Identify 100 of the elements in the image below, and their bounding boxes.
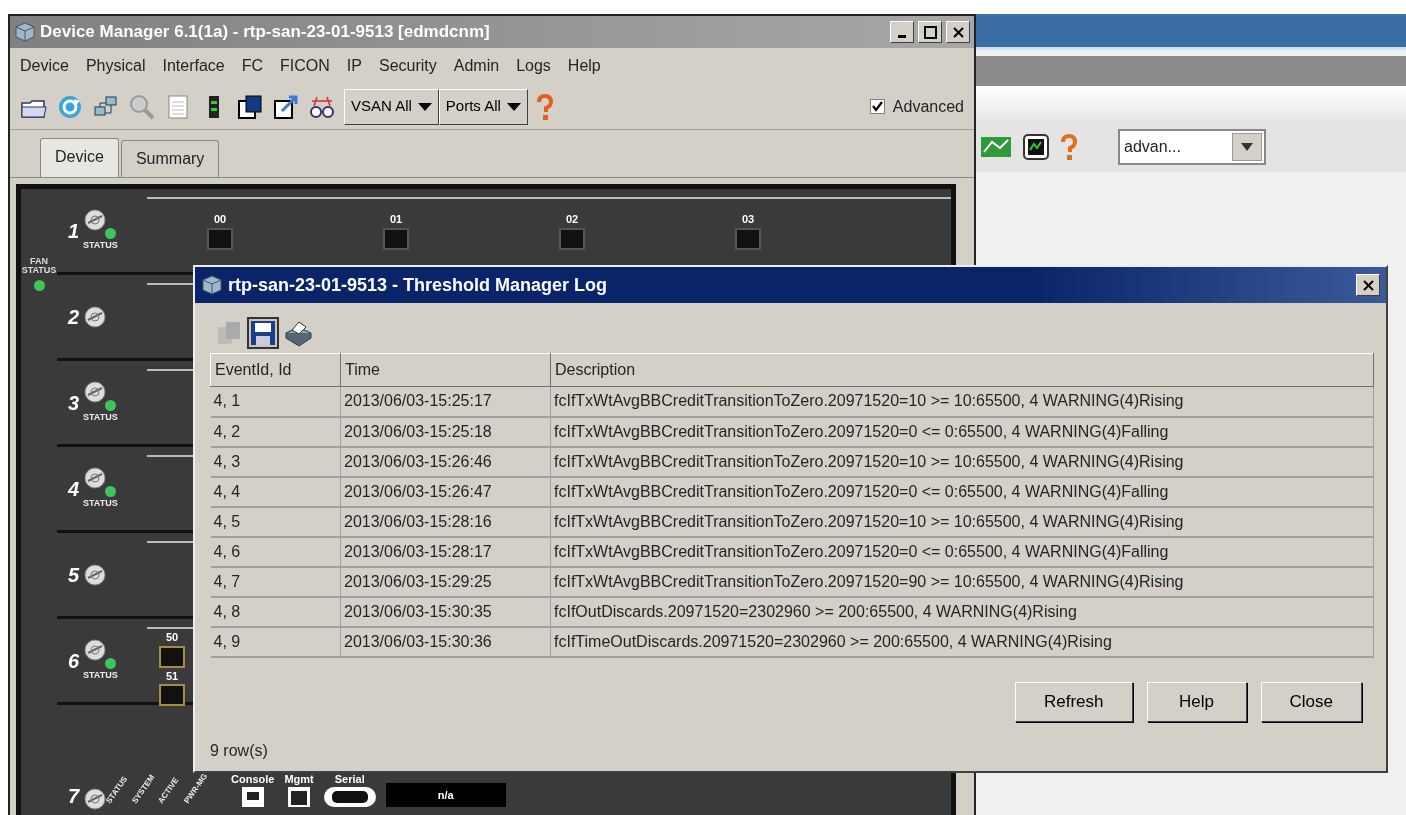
monitor-icon[interactable] [1022,133,1050,161]
menu-item[interactable]: Logs [516,54,551,78]
table-cell: fcIfTxWtAvgBBCreditTransitionToZero.20971520=10 >= 10:65500, 4 WARNING(4)Rising [550,506,1374,537]
table-cell: 2013/06/03-15:28:16 [340,506,551,537]
table-cell: fcIfTxWtAvgBBCreditTransitionToZero.20971520=10 >= 10:65500, 4 WARNING(4)Rising [550,386,1374,417]
port-label: 03 [741,212,755,227]
table-cell: fcIfTxWtAvgBBCreditTransitionToZero.20971520=0 <= 0:65500, 4 WARNING(4)Falling [550,476,1374,507]
floppy-icon [250,320,276,346]
table-cell: fcIfTxWtAvgBBCreditTransitionToZero.20971520=0 <= 0:65500, 4 WARNING(4)Falling [550,536,1374,567]
knob-icon[interactable] [83,380,107,405]
chart-icon[interactable] [980,134,1012,160]
menu-item[interactable]: Device [20,54,69,78]
dropdown-button[interactable]: VSAN All [344,88,439,125]
status-label: STATUS [83,239,118,253]
cube-icon [14,21,36,43]
knob-icon[interactable] [83,638,107,663]
checkbox-label[interactable]: Advanced [892,94,964,119]
menu-item[interactable]: Security [379,54,437,78]
table-cell: 2013/06/03-15:28:17 [340,536,551,567]
port-label: 00 [213,212,227,227]
caret-icon [506,102,521,111]
table-cell: 2013/06/03-15:26:46 [340,446,551,477]
table-cell: 4, 5 [210,506,341,537]
maximize-icon [923,25,937,39]
checkmark-icon [871,101,883,112]
serial-port-icon [323,787,376,807]
table-cell: fcIfOutDiscards.20971520=2302960 >= 200:65500, 4 WARNING(4)Rising [550,596,1374,627]
column-header[interactable]: Time [340,353,551,387]
knob-icon[interactable] [83,208,107,233]
port-label: Console [231,771,275,787]
port-label: Serial [334,771,365,787]
port-label: 51 [165,668,179,684]
close-button[interactable] [946,21,970,43]
dialog-button[interactable]: Refresh [1015,681,1133,722]
menu-item[interactable]: FICON [280,54,330,78]
table-cell: fcIfTimeOutDiscards.20971520=2302960 >= 200:65500, 4 WARNING(4)Rising [550,626,1374,657]
window-title: Device Manager 6.1(1a) - rtp-san-23-01-9513 [edmdcnm] [40,21,491,44]
tab[interactable]: Device [40,138,119,177]
menu-item[interactable]: Interface [162,54,225,78]
dropdown-field[interactable]: advan... [1118,129,1266,165]
printer-icon[interactable] [283,319,313,347]
cf-display: n/a [385,783,506,807]
status-label: STATUS [83,497,118,511]
dialog-button[interactable]: Close [1260,681,1362,722]
dropdown-button[interactable]: Ports All [438,88,528,125]
menu-item[interactable]: Physical [85,54,146,78]
minimize-icon [898,34,906,38]
combo-value: advan... [1124,137,1181,157]
ethernet-port-icon [241,787,264,807]
port-label: 50 [165,630,179,645]
maximize-button[interactable] [918,21,942,43]
table-cell: 4, 3 [210,446,341,477]
table-cell: 2013/06/03-15:26:47 [340,476,551,507]
slot-number: 3 [66,390,79,416]
table-cell: 2013/06/03-15:25:18 [340,416,551,447]
menu-item[interactable]: IP [346,54,362,78]
knob-icon[interactable] [83,466,107,491]
table-cell: 4, 7 [210,566,341,597]
fan-status-label: FAN STATUS [21,257,57,276]
menu-item[interactable]: FC [241,54,264,78]
close-button[interactable] [1356,274,1380,296]
slot-number: 1 [66,218,79,244]
caret-icon[interactable] [1241,143,1253,151]
column-header[interactable]: Description [550,353,1374,387]
port-label: Mgmt [284,771,314,787]
table-cell: 2013/06/03-15:30:35 [340,596,551,627]
table-cell: fcIfTxWtAvgBBCreditTransitionToZero.20971520=10 >= 10:65500, 4 WARNING(4)Rising [550,446,1374,477]
row-count: 9 row(s) [210,741,268,761]
knob-icon[interactable] [83,304,107,329]
table-cell: fcIfTxWtAvgBBCreditTransitionToZero.20971520=0 <= 0:65500, 4 WARNING(4)Falling [550,416,1374,447]
checkbox[interactable] [869,99,885,114]
save-button[interactable] [247,317,279,349]
tab[interactable]: Summary [120,140,220,177]
slot-number: 7 [66,784,79,809]
table-cell: 4, 9 [210,626,341,657]
table-cell: 2013/06/03-15:29:25 [340,566,551,597]
slot-number: 6 [66,648,79,674]
port-label: 02 [565,212,579,227]
table-cell: 2013/06/03-15:25:17 [340,386,551,417]
table-cell: 4, 8 [210,596,341,627]
menu-item[interactable]: Admin [453,54,500,78]
table-cell: 4, 1 [210,386,341,417]
table-cell: 4, 6 [210,536,341,567]
slot-number: 2 [66,304,79,330]
menu-item[interactable]: Help [567,54,601,78]
close-icon [951,25,965,39]
column-header[interactable]: EventId, Id [210,353,341,387]
knob-icon[interactable] [83,787,107,811]
close-icon [1361,278,1375,292]
status-label: STATUS [83,411,118,425]
port-socket [559,227,585,250]
table-cell: 4, 4 [210,476,341,507]
dialog-button[interactable]: Help [1146,681,1247,722]
table-cell: 4, 2 [210,416,341,447]
slot-number: 4 [66,476,79,502]
port-label: 01 [389,212,403,227]
help-icon[interactable] [1060,134,1078,160]
knob-icon[interactable] [83,562,107,587]
copy-icon[interactable] [236,92,264,121]
minimize-button[interactable] [890,21,914,43]
